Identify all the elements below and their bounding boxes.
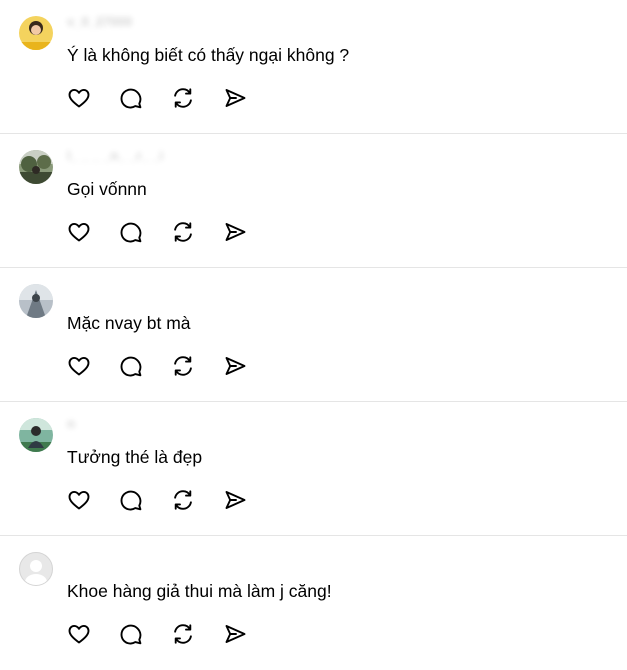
heart-icon — [68, 88, 90, 108]
post-text: Mặc nvay bt mà — [67, 313, 191, 333]
repost-button[interactable] — [170, 353, 196, 379]
repost-icon — [174, 490, 192, 510]
comment-icon — [120, 490, 142, 511]
share-button[interactable] — [222, 219, 248, 245]
share-icon — [225, 625, 246, 643]
share-icon — [225, 89, 246, 107]
comment-button[interactable] — [118, 85, 144, 111]
post-text: Khoe hàng giả thui mà làm j căng! — [67, 581, 332, 601]
action-bar — [66, 85, 274, 111]
username[interactable]: v_0_27000 — [67, 14, 132, 29]
default-avatar[interactable] — [19, 552, 53, 586]
share-icon — [225, 491, 246, 509]
comment-button[interactable] — [118, 219, 144, 245]
avatar[interactable] — [19, 150, 53, 184]
repost-button[interactable] — [170, 487, 196, 513]
username[interactable]: n — [67, 416, 75, 431]
like-button[interactable] — [66, 621, 92, 647]
comment-icon — [120, 222, 142, 243]
comment-button[interactable] — [118, 487, 144, 513]
username[interactable]: l_ _ _ _n_ _r_ _i — [67, 148, 163, 163]
like-button[interactable] — [66, 487, 92, 513]
avatar[interactable] — [19, 418, 53, 452]
heart-icon — [68, 222, 90, 242]
comment-icon — [120, 356, 142, 377]
share-button[interactable] — [222, 487, 248, 513]
share-icon — [225, 357, 246, 375]
avatar[interactable] — [19, 16, 53, 50]
avatar-photo — [19, 16, 53, 50]
post-text: Tưởng thé là đẹp — [67, 447, 203, 467]
post-item: n Tưởng thé là đẹp — [0, 402, 627, 536]
comment-button[interactable] — [118, 621, 144, 647]
repost-icon — [174, 222, 192, 242]
share-button[interactable] — [222, 353, 248, 379]
avatar-photo — [19, 150, 53, 184]
reply-feed: v_0_27000 Ý là không biết có thấy ngại k… — [0, 0, 627, 670]
repost-icon — [174, 356, 192, 376]
heart-icon — [68, 356, 90, 376]
avatar-photo — [19, 418, 53, 452]
post-item: Khoe hàng giả thui mà làm j căng! — [0, 536, 627, 670]
repost-button[interactable] — [170, 85, 196, 111]
avatar-photo — [19, 284, 53, 318]
repost-button[interactable] — [170, 219, 196, 245]
post-text: Ý là không biết có thấy ngại không ? — [67, 45, 350, 65]
repost-icon — [174, 88, 192, 108]
comment-icon — [120, 624, 142, 645]
post-item: Mặc nvay bt mà — [0, 268, 627, 402]
avatar[interactable] — [19, 284, 53, 318]
comment-icon — [120, 88, 142, 109]
repost-button[interactable] — [170, 621, 196, 647]
comment-button[interactable] — [118, 353, 144, 379]
like-button[interactable] — [66, 219, 92, 245]
share-button[interactable] — [222, 621, 248, 647]
repost-icon — [174, 624, 192, 644]
heart-icon — [68, 624, 90, 644]
action-bar — [66, 621, 274, 647]
like-button[interactable] — [66, 353, 92, 379]
share-button[interactable] — [222, 85, 248, 111]
like-button[interactable] — [66, 85, 92, 111]
avatar-shoulders-shape — [25, 574, 47, 585]
action-bar — [66, 219, 274, 245]
post-item: v_0_27000 Ý là không biết có thấy ngại k… — [0, 0, 627, 134]
post-item: l_ _ _ _n_ _r_ _i Gọi vốnnn — [0, 134, 627, 268]
share-icon — [225, 223, 246, 241]
avatar-head-shape — [30, 560, 42, 572]
post-text: Gọi vốnnn — [67, 179, 147, 199]
action-bar — [66, 487, 274, 513]
action-bar — [66, 353, 274, 379]
heart-icon — [68, 490, 90, 510]
